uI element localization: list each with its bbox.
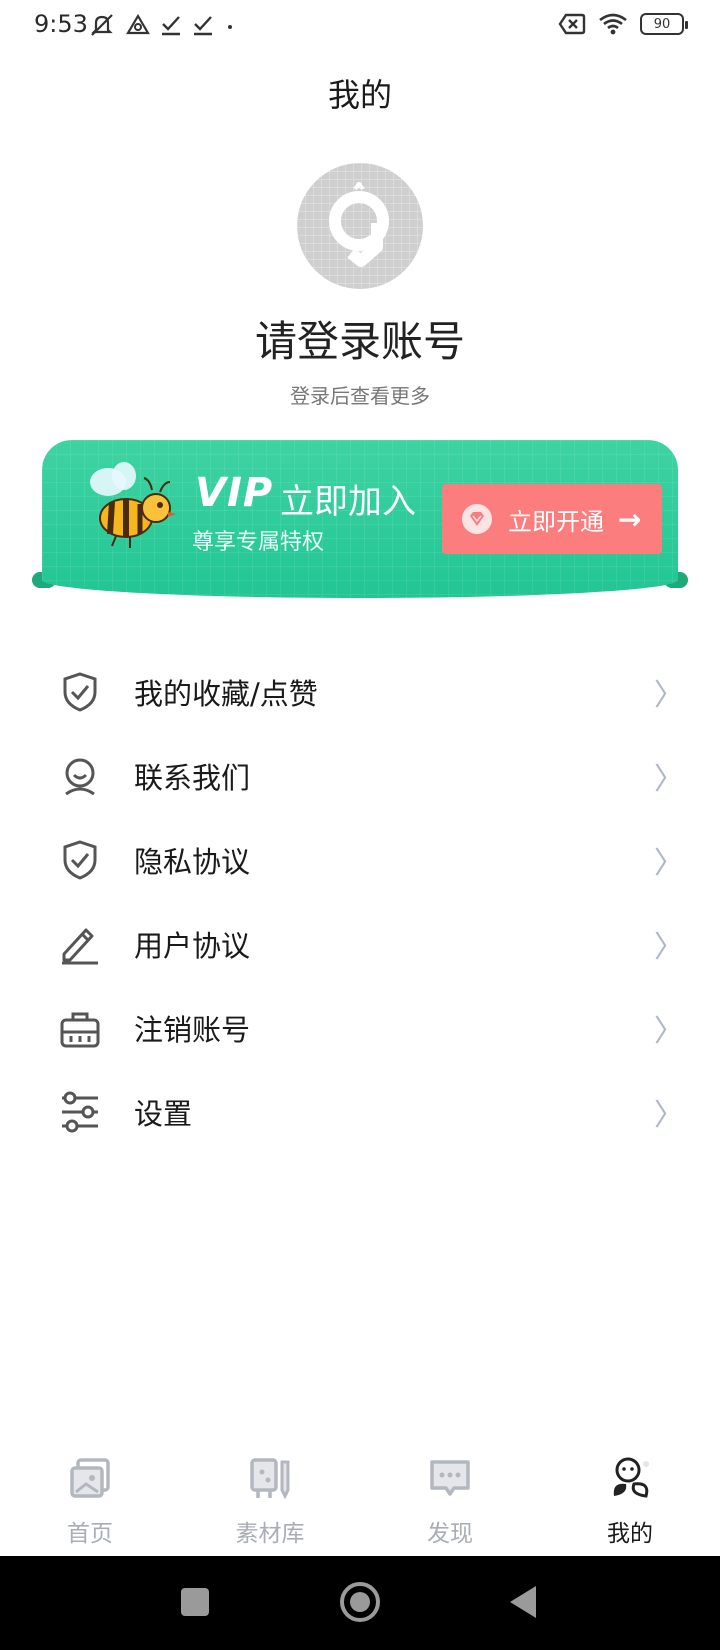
- menu-item-contact[interactable]: 联系我们 〉: [0, 734, 720, 818]
- menu-label: 联系我们: [134, 761, 251, 795]
- discover-icon: [430, 1460, 470, 1496]
- diamond-icon: [462, 504, 492, 534]
- back-button[interactable]: [510, 1586, 536, 1618]
- mute-icon: [91, 14, 113, 36]
- vip-activate-label: 立即开通: [508, 507, 604, 536]
- login-subtitle: 登录后查看更多: [290, 384, 430, 408]
- home-button[interactable]: [340, 1582, 380, 1622]
- menu-item-delete-account[interactable]: 注销账号 〉: [0, 986, 720, 1070]
- status-bar: 9:53 90: [0, 0, 720, 54]
- chevron-right-icon: 〉: [654, 930, 684, 965]
- home-icon: [70, 1458, 110, 1498]
- battery-level: 90: [653, 16, 671, 32]
- sliders-icon: [62, 1091, 98, 1133]
- vip-subtitle: 尊享专属特权: [192, 530, 325, 555]
- tab-profile[interactable]: 我的: [540, 1440, 720, 1556]
- tab-discover[interactable]: 发现: [360, 1440, 540, 1556]
- arrow-right-icon: →: [618, 502, 642, 536]
- dot-icon: [228, 25, 232, 29]
- wifi-icon: [599, 13, 627, 35]
- chevron-right-icon: 〉: [654, 762, 684, 797]
- check-icon: [194, 16, 212, 36]
- chevron-right-icon: 〉: [654, 1098, 684, 1133]
- bee-mascot-icon: [90, 462, 176, 548]
- tab-library[interactable]: 素材库: [180, 1440, 360, 1556]
- menu-item-favorites[interactable]: 我的收藏/点赞 〉: [0, 650, 720, 734]
- status-time: 9:53: [34, 10, 88, 38]
- menu-item-settings[interactable]: 设置 〉: [0, 1070, 720, 1154]
- chevron-right-icon: 〉: [654, 846, 684, 881]
- menu-label: 注销账号: [134, 1013, 251, 1047]
- status-icons-left: [88, 12, 236, 38]
- bottom-tab-bar: 首页 素材库 发现 我的: [0, 1440, 720, 1556]
- battery-icon: 90: [640, 13, 688, 35]
- settings-menu: 我的收藏/点赞 〉 联系我们 〉 隐私协议 〉 用户协议 〉 注销账号 〉 设置…: [0, 650, 720, 1154]
- page-title: 我的: [327, 76, 392, 114]
- contact-icon: [65, 758, 95, 796]
- library-icon: [250, 1458, 290, 1500]
- tab-label: 首页: [67, 1521, 113, 1547]
- chevron-right-icon: 〉: [654, 1014, 684, 1049]
- pencil-icon: [62, 928, 98, 965]
- menu-label: 我的收藏/点赞: [134, 677, 318, 711]
- menu-item-privacy[interactable]: 隐私协议 〉: [0, 818, 720, 902]
- tab-label: 发现: [427, 1521, 473, 1547]
- shield-check-icon: [63, 672, 97, 712]
- vip-activate-button[interactable]: 立即开通 →: [442, 484, 662, 554]
- status-icons-right: 90: [558, 12, 688, 36]
- tab-label: 素材库: [235, 1521, 305, 1547]
- vip-banner[interactable]: VIP 立即加入 尊享专属特权 立即开通 →: [32, 440, 688, 600]
- tab-home[interactable]: 首页: [0, 1440, 180, 1556]
- app-logo-icon: [329, 182, 389, 267]
- no-sim-icon: [558, 13, 586, 35]
- profile-icon: [613, 1457, 649, 1498]
- menu-label: 用户协议: [134, 929, 251, 963]
- menu-label: 设置: [134, 1097, 193, 1131]
- vip-title: 立即加入: [280, 482, 416, 522]
- shield-check-icon: [63, 840, 97, 880]
- system-nav-bar: [0, 1556, 720, 1650]
- login-prompt[interactable]: 请登录账号: [0, 308, 720, 369]
- chevron-right-icon: 〉: [654, 678, 684, 713]
- menu-label: 隐私协议: [134, 845, 251, 879]
- check-icon: [162, 16, 180, 36]
- menu-item-user-agreement[interactable]: 用户协议 〉: [0, 902, 720, 986]
- recent-apps-button[interactable]: [181, 1588, 209, 1616]
- avatar[interactable]: [297, 163, 423, 289]
- vip-banner-background: VIP 立即加入 尊享专属特权 立即开通 →: [42, 440, 678, 598]
- briefcase-icon: [60, 1012, 100, 1048]
- vip-badge: VIP: [195, 470, 274, 516]
- vpn-icon: [126, 13, 150, 35]
- tab-label: 我的: [607, 1521, 653, 1547]
